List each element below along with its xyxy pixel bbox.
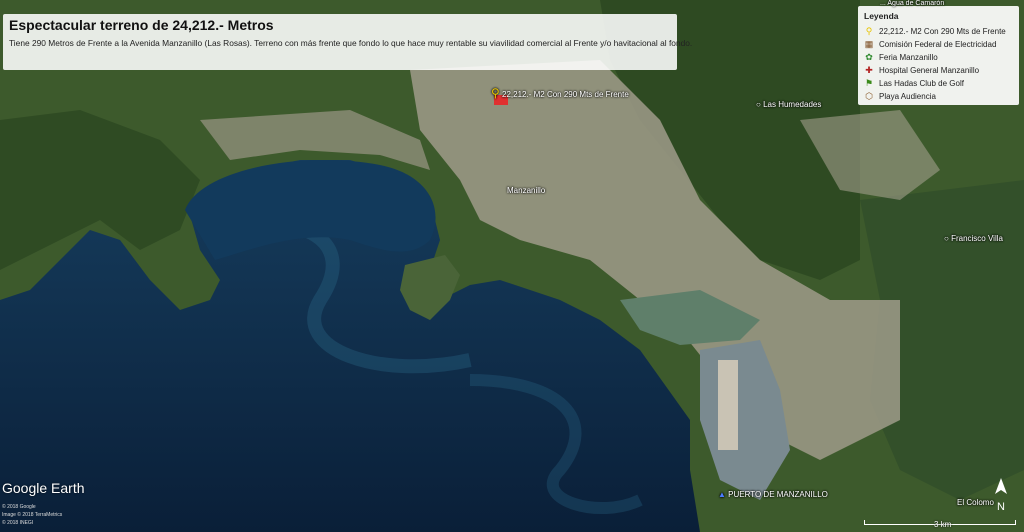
legend-item-beach[interactable]: ⬡ Playa Audiencia [864,91,936,101]
place-el-colomo[interactable]: El Colomo [957,498,994,507]
place-francisco-villa[interactable]: ○ Francisco Villa [944,234,1003,243]
credit-terrametrics: Image © 2018 TerraMetrics [2,512,63,518]
compass[interactable]: N [993,478,1009,514]
page-title: Espectacular terreno de 24,212.- Metros [9,17,274,33]
place-manzanillo[interactable]: Manzanillo [507,186,545,195]
place-dot-icon: ○ [944,234,949,243]
legend-item-pushpin[interactable]: ⚲ 22,212.- M2 Con 290 Mts de Frente [864,26,1006,36]
description-text: Tiene 290 Metros de Frente a la Avenida … [9,38,693,48]
place-label: PUERTO DE MANZANILLO [728,490,828,499]
fair-icon: ✿ [865,52,873,62]
place-label: Las Humedades [763,100,822,109]
legend-item-label: Playa Audiencia [879,91,936,101]
legend-item-label: Comisión Federal de Electricidad [879,39,997,49]
scale-label: 3 km [934,520,952,529]
port-icon: ▲ [718,490,726,499]
yellow-pushpin-icon: ⚲ [865,26,873,36]
place-top-right[interactable]: ... Agua de Camarón [880,0,944,7]
place-puerto-manzanillo[interactable]: ▲ PUERTO DE MANZANILLO [718,490,828,499]
north-arrow-icon: N [995,478,1007,513]
golf-flag-icon: ⚑ [864,78,874,88]
beach-icon: ⬡ [865,91,873,101]
legend-item-feria[interactable]: ✿ Feria Manzanillo [864,52,938,62]
legend-item-hospital[interactable]: ✚ Hospital General Manzanillo [864,65,979,75]
hospital-icon: ✚ [865,65,873,75]
google-earth-logo: Google Earth [2,480,85,496]
credit-google: © 2018 Google [2,504,36,510]
legend-item-label: 22,212.- M2 Con 290 Mts de Frente [879,26,1006,36]
legend-panel: Leyenda ⚲ 22,212.- M2 Con 290 Mts de Fre… [858,6,1019,105]
place-label: Francisco Villa [951,234,1003,243]
legend-item-label: Las Hadas Club de Golf [879,78,964,88]
yellow-pushpin-icon: ⚲ [491,86,500,100]
place-las-humedades[interactable]: ○ Las Humedades [756,100,821,109]
lot-pin[interactable]: ⚲ 22,212.- M2 Con 290 Mts de Frente [491,86,629,100]
legend-item-golf[interactable]: ⚑ Las Hadas Club de Golf [864,78,964,88]
legend-item-label: Feria Manzanillo [879,52,938,62]
pin-label: 22,212.- M2 Con 290 Mts de Frente [502,90,629,99]
compass-label: N [997,501,1005,513]
legend-item-label: Hospital General Manzanillo [879,65,980,75]
place-dot-icon: ○ [756,100,761,109]
credit-inegi: © 2018 INEGI [2,520,34,526]
legend-title: Leyenda [864,11,899,21]
info-panel: Espectacular terreno de 24,212.- Metros … [3,14,692,70]
legend-item-cfe[interactable]: ▦ Comisión Federal de Electricidad [864,39,997,49]
building-icon: ▦ [864,39,874,49]
